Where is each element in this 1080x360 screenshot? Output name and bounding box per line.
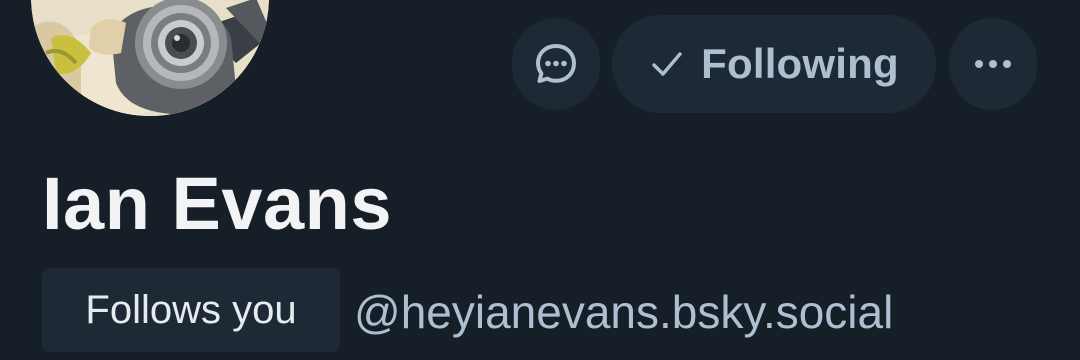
ellipsis-icon — [973, 58, 1013, 70]
profile-header: Following Ian Evans Follows you @heyiane… — [0, 0, 1080, 360]
avatar-photo — [31, 0, 269, 116]
follows-you-badge: Follows you — [42, 268, 340, 352]
check-icon — [649, 46, 685, 82]
more-options-button[interactable] — [949, 18, 1037, 110]
avatar[interactable] — [31, 0, 269, 116]
chat-bubble-icon — [533, 41, 579, 87]
following-label: Following — [701, 40, 899, 87]
following-button[interactable]: Following — [612, 15, 936, 113]
profile-handle: @heyianevans.bsky.social — [354, 286, 894, 338]
message-button[interactable] — [512, 18, 600, 110]
display-name: Ian Evans — [42, 162, 393, 245]
